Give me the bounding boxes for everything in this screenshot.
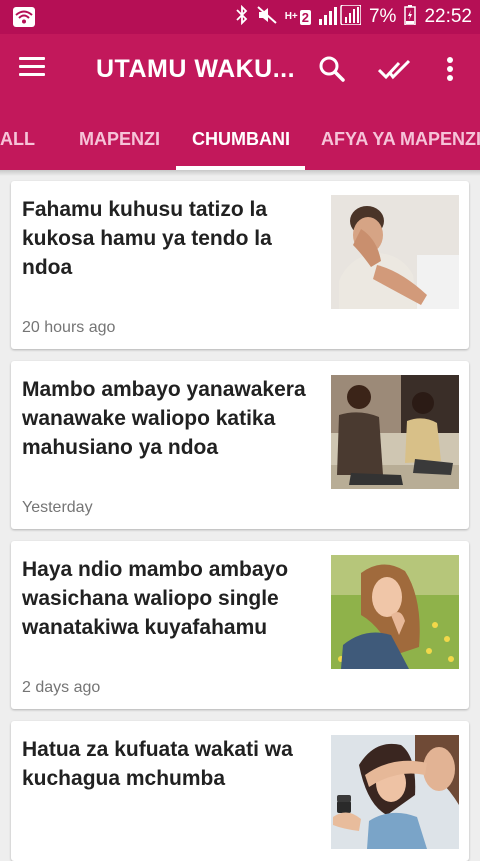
article-time: Yesterday	[22, 499, 93, 516]
tab-all[interactable]: ALL	[0, 104, 35, 170]
search-icon[interactable]	[316, 53, 348, 85]
bluetooth-icon	[235, 4, 249, 30]
article-title: Hatua za kufuata wakati wa kuchagua mchu…	[22, 738, 293, 790]
mute-icon	[257, 5, 277, 29]
more-vert-icon[interactable]	[436, 53, 464, 85]
tabs-shadow	[0, 170, 480, 176]
tab-afya-ya-mapenzi[interactable]: AFYA YA MAPENZI	[321, 104, 480, 170]
tab-chumbani[interactable]: CHUMBANI	[192, 104, 290, 170]
article-title: Haya ndio mambo ambayo wasichana waliopo…	[22, 558, 289, 639]
battery-icon	[404, 4, 417, 30]
clock: 22:52	[424, 6, 472, 27]
menu-icon[interactable]	[19, 57, 45, 79]
app-title: UTAMU WAKU...	[96, 55, 296, 83]
battery-percent: 7%	[368, 6, 397, 27]
app-bar: UTAMU WAKU...	[0, 34, 480, 104]
article-card[interactable]: Mambo ambayo yanawakera wanawake waliopo…	[11, 361, 469, 529]
article-title: Fahamu kuhusu tatizo la kukosa hamu ya t…	[22, 198, 272, 279]
article-time: 2 days ago	[22, 679, 101, 696]
status-bar: H+ 2 7% 22:52	[0, 0, 480, 34]
article-card[interactable]: Haya ndio mambo ambayo wasichana waliopo…	[11, 541, 469, 709]
article-title: Mambo ambayo yanawakera wanawake waliopo…	[22, 378, 306, 459]
article-card[interactable]: Fahamu kuhusu tatizo la kukosa hamu ya t…	[11, 181, 469, 349]
stressed-man-image	[331, 195, 459, 309]
article-time: 20 hours ago	[22, 319, 116, 336]
woman-in-field-image	[331, 555, 459, 669]
signal-icon	[318, 3, 362, 30]
category-tabs: ALL MAPENZI CHUMBANI AFYA YA MAPENZI	[0, 104, 480, 170]
network-type-icon: H+ 2	[284, 9, 311, 25]
wifi-icon	[13, 7, 35, 32]
proposal-ring-image	[331, 735, 459, 849]
mark-read-icon[interactable]	[377, 53, 412, 85]
article-card[interactable]: Hatua za kufuata wakati wa kuchagua mchu…	[11, 721, 469, 861]
couple-on-couch-image	[331, 375, 459, 489]
tab-mapenzi[interactable]: MAPENZI	[79, 104, 160, 170]
